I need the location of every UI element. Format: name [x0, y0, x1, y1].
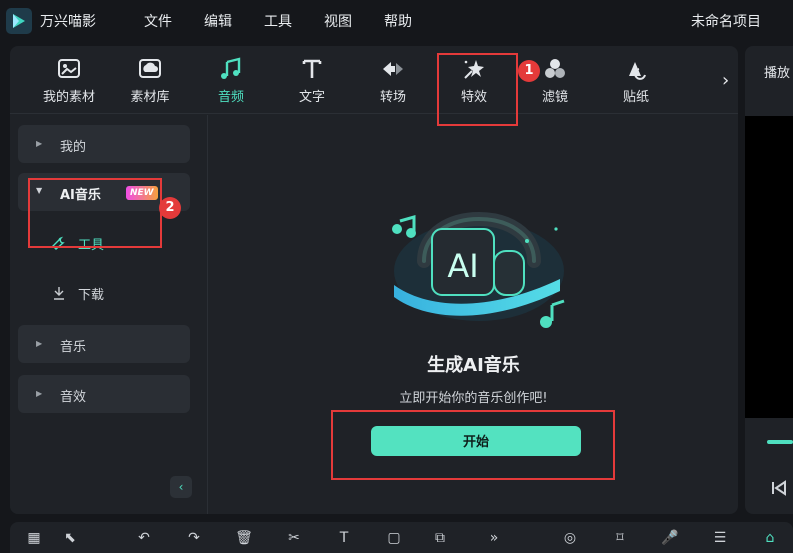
- tab-audio[interactable]: 音频: [191, 56, 271, 105]
- annotation-number-1: 1: [518, 60, 540, 82]
- marker-icon[interactable]: ⌑: [610, 530, 630, 550]
- tab-sticker[interactable]: 贴纸: [596, 56, 676, 105]
- gift-icon[interactable]: ⌂: [760, 530, 780, 550]
- select-pointer-icon[interactable]: ⬉: [60, 530, 80, 550]
- sidebar-item-music[interactable]: ▶ 音乐: [18, 325, 190, 363]
- menu-edit[interactable]: 编辑: [204, 11, 232, 31]
- category-toolbar: 我的素材 素材库 音频 文字 转场 特效 滤镜 贴纸 ›: [10, 46, 738, 114]
- layout-icon[interactable]: ▦: [24, 530, 44, 550]
- notes-icon[interactable]: ☰: [710, 530, 730, 550]
- library-icon: [139, 59, 161, 78]
- sidebar-item-label: 音乐: [60, 340, 87, 355]
- sidebar-item-label: 音效: [60, 390, 87, 405]
- tab-transition[interactable]: 转场: [353, 56, 433, 105]
- app-logo-icon: [6, 8, 32, 34]
- tab-transition-label: 转场: [379, 90, 406, 105]
- menu-tools[interactable]: 工具: [264, 11, 292, 31]
- tab-library-label: 素材库: [130, 90, 170, 105]
- illustration-ai-text: AI: [447, 247, 478, 285]
- tab-my-assets-label: 我的素材: [42, 90, 95, 105]
- tab-text-label: 文字: [298, 90, 325, 105]
- download-icon: [54, 287, 64, 300]
- sticker-icon: [629, 62, 646, 80]
- filter-icon: [545, 59, 565, 78]
- text-icon: [302, 59, 322, 78]
- chevron-left-icon: ‹: [178, 480, 184, 494]
- collapse-sidebar-button[interactable]: ‹: [170, 476, 192, 498]
- undo-icon[interactable]: ↶: [134, 530, 154, 550]
- crop-icon[interactable]: ▢: [384, 530, 404, 550]
- ai-headphone-illustration-icon: AI: [392, 212, 565, 328]
- sidebar-item-label: 我的: [60, 140, 87, 155]
- tab-sticker-label: 贴纸: [622, 90, 649, 105]
- menu-help[interactable]: 帮助: [384, 11, 412, 31]
- expand-triangle-icon: ▶: [36, 389, 43, 398]
- sidebar-item-download[interactable]: 下载: [52, 283, 132, 305]
- audio-sidebar: ▶ 我的 ▼ AI音乐 NEW 工具 下载 ▶ 音乐 ▶ 音效 ‹: [10, 115, 208, 514]
- microphone-icon[interactable]: 🎤: [660, 530, 680, 550]
- my-assets-icon: [58, 59, 80, 78]
- previous-frame-icon[interactable]: [769, 478, 789, 498]
- ai-music-title: 生成AI音乐: [427, 355, 520, 376]
- app-name: 万兴喵影: [40, 14, 96, 30]
- scissors-icon[interactable]: ✂: [284, 530, 304, 550]
- preview-screen: [745, 116, 793, 418]
- expand-triangle-icon: ▶: [36, 339, 43, 348]
- toolbar-more-chevron-icon[interactable]: ›: [722, 70, 729, 91]
- transition-icon: [383, 62, 403, 76]
- tab-filter-label: 滤镜: [541, 90, 568, 105]
- tab-text[interactable]: 文字: [272, 56, 352, 105]
- sidebar-item-label: 下载: [78, 288, 105, 303]
- ai-tool-icon[interactable]: ⧉: [430, 530, 450, 550]
- annotation-number-2: 2: [159, 197, 181, 219]
- ai-music-subtitle: 立即开始你的音乐创作吧!: [399, 391, 548, 406]
- expand-triangle-icon: ▶: [36, 139, 43, 148]
- menu-file[interactable]: 文件: [144, 11, 172, 31]
- delete-icon[interactable]: 🗑: [234, 530, 254, 550]
- speed-icon[interactable]: ◎: [560, 530, 580, 550]
- music-note-icon: [221, 57, 241, 79]
- redo-icon[interactable]: ↷: [184, 530, 204, 550]
- sidebar-item-sound-effects[interactable]: ▶ 音效: [18, 375, 190, 413]
- menu-view[interactable]: 视图: [324, 11, 352, 31]
- preview-slider[interactable]: [767, 440, 793, 444]
- annotation-box-effects: [437, 53, 518, 126]
- tab-my-assets[interactable]: 我的素材: [29, 56, 109, 105]
- preview-panel: 播放: [745, 46, 793, 514]
- timeline-toolbar: ▦ ⬉ ↶ ↷ 🗑 ✂ T ▢ ⧉ » ◎ ⌑ 🎤 ☰ ⌂: [10, 522, 793, 553]
- sidebar-item-mine[interactable]: ▶ 我的: [18, 125, 190, 163]
- tab-library[interactable]: 素材库: [110, 56, 190, 105]
- annotation-box-start: [331, 410, 615, 480]
- tab-playback[interactable]: 播放: [764, 62, 790, 81]
- more-tools-icon[interactable]: »: [484, 530, 504, 550]
- annotation-box-ai-music: [28, 178, 162, 248]
- tab-audio-label: 音频: [217, 90, 244, 105]
- title-bar: 万兴喵影 文件 编辑 工具 视图 帮助 未命名项目: [0, 0, 793, 42]
- text-tool-icon[interactable]: T: [334, 530, 354, 550]
- project-title: 未命名项目: [691, 14, 761, 30]
